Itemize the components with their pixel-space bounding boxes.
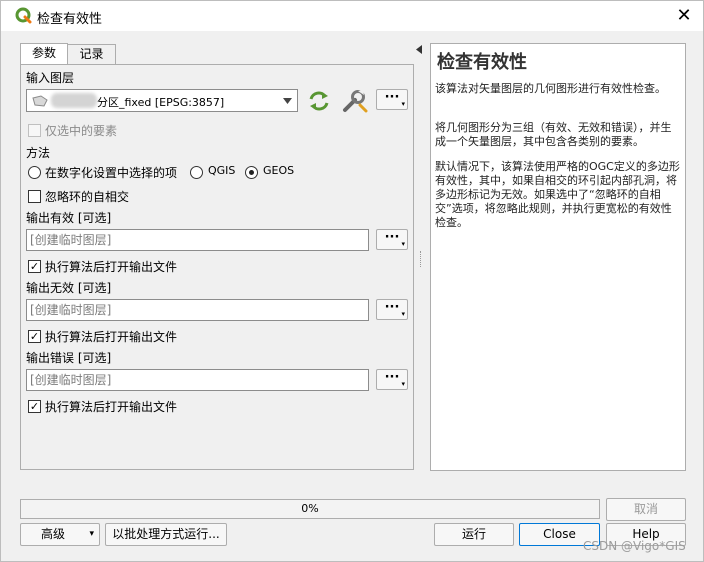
open-valid-checkbox[interactable]: ✓ bbox=[28, 260, 41, 273]
redacted-text bbox=[51, 93, 97, 108]
input-layer-options-button[interactable]: ··· ▾ bbox=[376, 89, 408, 110]
output-error-field[interactable]: [创建临时图层] bbox=[26, 369, 369, 391]
collapse-arrow-icon[interactable] bbox=[416, 45, 423, 54]
chevron-down-icon: ▾ bbox=[401, 380, 405, 388]
ignore-ring-label: 忽略环的自相交 bbox=[45, 190, 130, 204]
iterate-icon[interactable] bbox=[307, 89, 331, 113]
output-error-options-button[interactable]: ··· ▾ bbox=[376, 369, 408, 390]
help-paragraph-2: 将几何图形分为三组（有效、无效和错误），并生成一个矢量图层，其中包含各类别的要素… bbox=[435, 121, 672, 148]
method-label: 方法 bbox=[26, 146, 51, 160]
run-button[interactable]: 运行 bbox=[434, 523, 514, 546]
progress-text: 0% bbox=[301, 502, 319, 515]
input-layer-value: 分区_fixed [EPSG:3857] bbox=[97, 96, 225, 109]
help-panel: 检查有效性 该算法对矢量图层的几何图形进行有效性检查。 将几何图形分为三组（有效… bbox=[430, 43, 686, 471]
tab-parameters[interactable]: 参数 bbox=[20, 43, 68, 65]
output-invalid-label: 输出无效 [可选] bbox=[26, 281, 112, 295]
window-title: 检查有效性 bbox=[37, 12, 103, 27]
chevron-down-icon: ▾ bbox=[401, 310, 405, 318]
output-error-label: 输出错误 [可选] bbox=[26, 351, 112, 365]
selected-only-checkbox[interactable] bbox=[28, 124, 41, 137]
ignore-ring-checkbox[interactable] bbox=[28, 190, 41, 203]
qgis-logo-icon bbox=[15, 7, 32, 24]
chevron-down-icon: ▾ bbox=[401, 240, 405, 248]
title-bar: 检查有效性 ✕ bbox=[1, 1, 703, 31]
splitter-handle[interactable] bbox=[420, 251, 422, 267]
selected-only-label: 仅选中的要素 bbox=[45, 124, 118, 138]
open-invalid-checkbox[interactable]: ✓ bbox=[28, 330, 41, 343]
polygon-layer-icon bbox=[32, 95, 48, 107]
open-error-label: 执行算法后打开输出文件 bbox=[45, 400, 178, 414]
close-icon[interactable]: ✕ bbox=[673, 5, 695, 27]
chevron-down-icon bbox=[283, 98, 292, 104]
dots-label: ··· bbox=[384, 90, 400, 105]
progress-bar: 0% bbox=[20, 499, 600, 519]
cancel-button[interactable]: 取消 bbox=[606, 498, 686, 521]
dots-label: ··· bbox=[384, 230, 400, 245]
output-valid-options-button[interactable]: ··· ▾ bbox=[376, 229, 408, 250]
output-invalid-options-button[interactable]: ··· ▾ bbox=[376, 299, 408, 320]
help-paragraph-1: 该算法对矢量图层的几何图形进行有效性检查。 bbox=[435, 82, 666, 95]
output-valid-label: 输出有效 [可选] bbox=[26, 211, 112, 225]
method-radio-geos[interactable] bbox=[245, 166, 258, 179]
input-layer-combobox[interactable]: 分区_fixed [EPSG:3857] bbox=[26, 89, 298, 112]
dots-label: ··· bbox=[384, 300, 400, 315]
batch-process-button[interactable]: 以批处理方式运行... bbox=[105, 523, 227, 546]
chevron-down-icon: ▾ bbox=[401, 100, 405, 108]
advanced-label: 高级 bbox=[41, 527, 66, 541]
wrench-icon[interactable] bbox=[342, 89, 368, 113]
method-option-digitizing-label: 在数字化设置中选择的项 bbox=[45, 166, 178, 180]
output-invalid-field[interactable]: [创建临时图层] bbox=[26, 299, 369, 321]
chevron-down-icon: ▾ bbox=[89, 529, 94, 539]
open-invalid-label: 执行算法后打开输出文件 bbox=[45, 330, 178, 344]
open-error-checkbox[interactable]: ✓ bbox=[28, 400, 41, 413]
dialog-window: 检查有效性 ✕ 参数 记录 输入图层 分区_fixed [EPSG:3857] … bbox=[0, 0, 704, 562]
tab-log[interactable]: 记录 bbox=[67, 44, 116, 65]
method-radio-qgis[interactable] bbox=[190, 166, 203, 179]
method-radio-digitizing[interactable] bbox=[28, 166, 41, 179]
help-paragraph-3: 默认情况下，该算法使用严格的OGC定义的多边形有效性，其中，如果自相交的环引起内… bbox=[435, 160, 680, 229]
input-layer-label: 输入图层 bbox=[26, 71, 75, 85]
open-valid-label: 执行算法后打开输出文件 bbox=[45, 260, 178, 274]
radio-selected-dot bbox=[249, 170, 254, 175]
watermark-text: CSDN @Vigo*GIS bbox=[583, 539, 686, 553]
dots-label: ··· bbox=[384, 370, 400, 385]
method-option-geos-label: GEOS bbox=[263, 164, 295, 177]
advanced-button[interactable]: 高级 ▾ bbox=[20, 523, 100, 546]
method-option-qgis-label: QGIS bbox=[208, 164, 236, 177]
help-title: 检查有效性 bbox=[437, 52, 527, 73]
output-valid-field[interactable]: [创建临时图层] bbox=[26, 229, 369, 251]
